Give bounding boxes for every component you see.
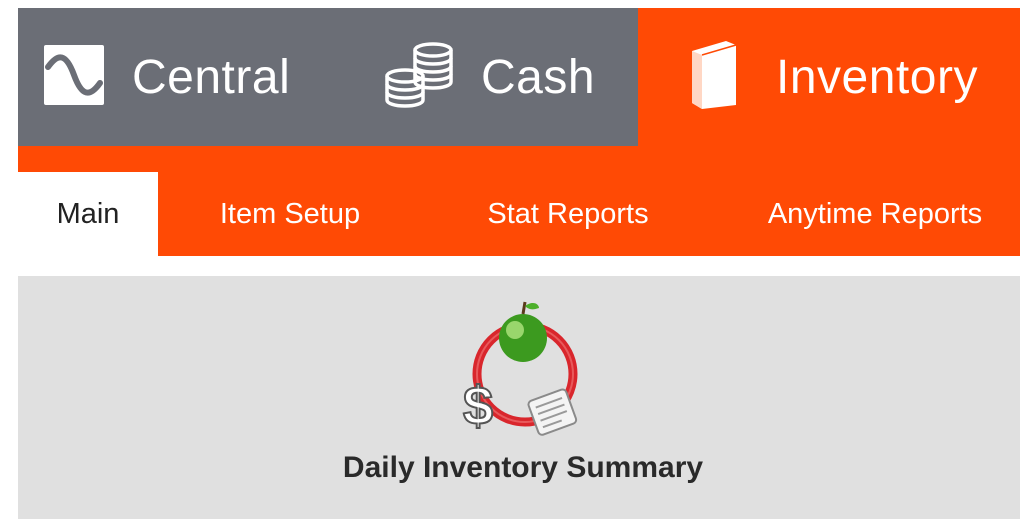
sub-nav: Main Item Setup Stat Reports Anytime Rep… [18,146,1020,256]
main-content: $ Daily Inventory Summary [18,276,1020,519]
coins-icon [383,40,457,115]
tab-stat-reports[interactable]: Stat Reports [448,172,688,256]
report-label: Daily Inventory Summary [342,451,704,484]
module-bar: Central Cash Inventory [18,8,1020,146]
module-tab-inventory[interactable]: Inventory [638,8,1020,146]
daily-inventory-summary-button[interactable]: $ Daily Inventory Summary [318,296,728,496]
app-window: Central Cash Inventory Main Item Setup S… [0,0,1020,519]
module-tab-label: Inventory [776,50,978,104]
svg-text:$: $ [463,376,493,436]
module-tab-central[interactable]: Central [44,8,290,146]
tab-item-setup[interactable]: Item Setup [190,172,390,256]
module-tab-cash[interactable]: Cash [383,8,595,146]
wave-icon [44,44,104,110]
daily-inventory-summary-icon: $ [453,296,593,446]
book-icon [686,39,742,116]
tab-anytime-reports[interactable]: Anytime Reports [730,172,1020,256]
module-tab-label: Cash [481,50,596,104]
module-tab-label: Central [132,50,291,104]
tab-main[interactable]: Main [18,172,158,256]
